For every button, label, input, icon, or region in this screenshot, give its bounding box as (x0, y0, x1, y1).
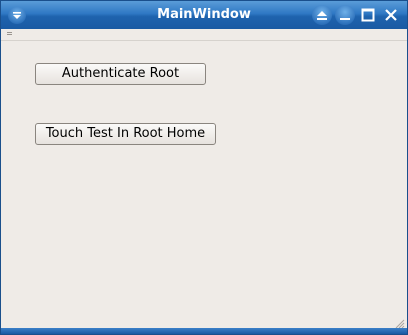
authenticate-root-button[interactable]: Authenticate Root (35, 63, 206, 85)
resize-grip-icon[interactable] (393, 314, 405, 329)
touch-test-button[interactable]: Touch Test In Root Home (35, 123, 216, 145)
window-bottom-border[interactable] (1, 328, 407, 334)
main-window: MainWindow Authenticate Root Touch Test … (0, 0, 408, 335)
toolbar-grip-icon[interactable] (7, 32, 12, 36)
close-icon[interactable] (381, 5, 401, 25)
shade-icon[interactable] (312, 5, 332, 25)
maximize-icon[interactable] (358, 5, 378, 25)
menu-bar (1, 29, 407, 41)
title-bar[interactable]: MainWindow (1, 1, 407, 29)
minimize-icon[interactable] (335, 5, 355, 25)
central-widget: Authenticate Root Touch Test In Root Hom… (1, 41, 407, 326)
